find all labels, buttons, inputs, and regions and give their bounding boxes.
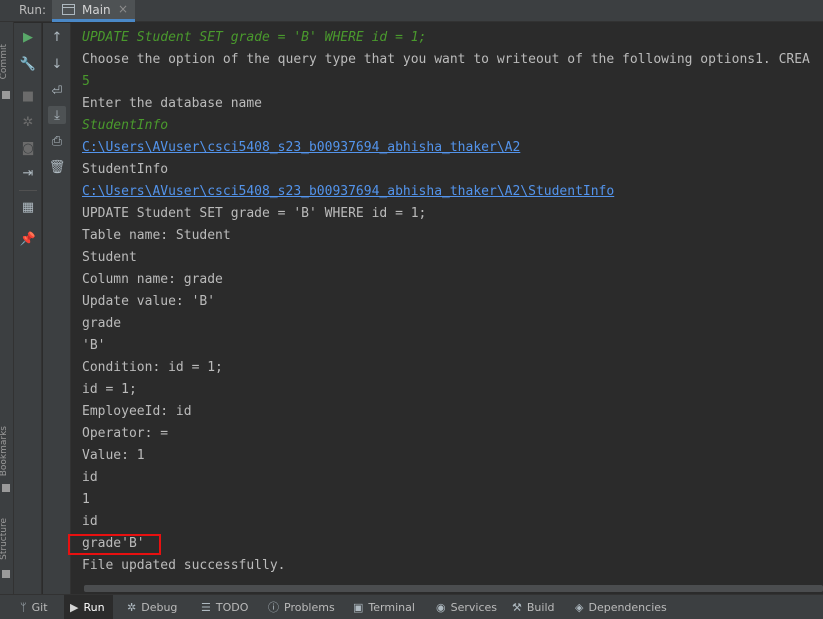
debug-icon[interactable]: ✲ <box>19 113 37 131</box>
console-line: UPDATE Student SET grade = 'B' WHERE id … <box>82 206 427 221</box>
run-icon: ▶ <box>70 600 79 614</box>
trash-icon[interactable]: 🗑 <box>48 158 66 176</box>
console-line: Update value: 'B' <box>82 294 216 309</box>
console-line: grade <box>82 316 122 331</box>
tab-build-label: Build <box>526 600 555 614</box>
stop-icon[interactable]: ■ <box>19 87 37 105</box>
print-icon[interactable]: ⎙ <box>48 132 66 150</box>
console-line: StudentInfo <box>82 118 169 133</box>
build-icon: ⚒ <box>512 600 522 614</box>
tab-todo[interactable]: ☰ TODO <box>201 595 248 619</box>
run-toolbar: Run: Main × <box>0 0 823 22</box>
bookmarks-icon[interactable] <box>2 484 10 492</box>
tab-git-label: Git <box>31 600 48 614</box>
up-arrow-icon[interactable]: ↑ <box>48 28 66 46</box>
console-output[interactable]: UPDATE Student SET grade = 'B' WHERE id … <box>72 23 823 583</box>
tab-services-label: Services <box>450 600 497 614</box>
window-icon <box>62 4 75 15</box>
tab-main[interactable]: Main × <box>52 0 135 22</box>
console-line: Enter the database name <box>82 96 263 111</box>
tab-terminal[interactable]: ▣ Terminal <box>353 595 415 619</box>
console-line: id <box>82 470 98 485</box>
console-line: StudentInfo <box>82 162 169 177</box>
scroll-to-end-icon[interactable]: ⤓ <box>48 106 66 124</box>
scrollbar-thumb[interactable] <box>84 585 823 592</box>
soft-wrap-icon[interactable]: ⏎ <box>48 82 66 100</box>
console-line: Table name: Student <box>82 228 231 243</box>
tab-terminal-label: Terminal <box>368 600 415 614</box>
todo-icon: ☰ <box>201 600 211 614</box>
toolbar-divider <box>19 190 37 191</box>
console-line: Choose the option of the query type that… <box>82 52 810 67</box>
run-actions-toolbar: ▶ 🔧 ■ ✲ ◙ ⇥ ▦ 📌 <box>14 23 42 594</box>
down-arrow-icon[interactable]: ↓ <box>48 55 66 73</box>
close-icon[interactable]: × <box>118 2 128 16</box>
tab-services[interactable]: ◉ Services <box>436 595 497 619</box>
commit-icon[interactable] <box>2 91 10 99</box>
tab-todo-label: TODO <box>215 600 249 614</box>
console-line: Value: 1 <box>82 448 145 463</box>
console-line: File updated successfully. <box>82 558 286 573</box>
structure-icon[interactable] <box>2 570 10 578</box>
console-line: Student <box>82 250 137 265</box>
wrench-icon[interactable]: 🔧 <box>19 55 37 73</box>
tab-problems[interactable]: ⓘ Problems <box>268 595 335 619</box>
console-line: id = 1; <box>82 382 137 397</box>
tab-dependencies[interactable]: ◈ Dependencies <box>575 595 667 619</box>
run-label: Run: <box>19 3 47 17</box>
console-path-link[interactable]: C:\Users\AVuser\csci5408_s23_b00937694_a… <box>82 137 520 159</box>
tab-debug[interactable]: ✲ Debug <box>127 595 177 619</box>
console-actions-toolbar: ↑ ↓ ⏎ ⤓ ⎙ 🗑 <box>43 23 71 594</box>
console-line: 1 <box>82 492 90 507</box>
console-line: Condition: id = 1; <box>82 360 223 375</box>
terminal-icon: ▣ <box>353 600 364 614</box>
tab-debug-label: Debug <box>141 600 178 614</box>
console-line: UPDATE Student SET grade = 'B' WHERE id … <box>82 30 427 45</box>
layout-icon[interactable]: ▦ <box>19 198 37 216</box>
tab-main-label: Main <box>82 3 111 17</box>
console-line: Operator: = <box>82 426 169 441</box>
tab-run[interactable]: ▶ Run <box>64 595 113 619</box>
services-icon: ◉ <box>436 600 446 614</box>
tab-git[interactable]: ᛘ Git <box>20 595 48 619</box>
console-line: id <box>82 514 98 529</box>
console-line: 5 <box>82 74 90 89</box>
tab-dependencies-label: Dependencies <box>588 600 667 614</box>
side-label-bookmarks[interactable]: Bookmarks <box>0 426 9 476</box>
tab-run-label: Run <box>83 600 105 614</box>
git-icon: ᛘ <box>20 600 27 614</box>
tab-build[interactable]: ⚒ Build <box>512 595 555 619</box>
side-label-structure[interactable]: Structure <box>0 518 9 560</box>
tab-problems-label: Problems <box>284 600 335 614</box>
side-label-commit[interactable]: Commit <box>0 44 9 79</box>
camera-icon[interactable]: ◙ <box>19 139 37 157</box>
exit-icon[interactable]: ⇥ <box>19 164 37 182</box>
run-icon[interactable]: ▶ <box>19 28 37 46</box>
tool-window-bar: ᛘ Git ▶ Run ✲ Debug ☰ TODO ⓘ Problems ▣ Termin… <box>0 594 823 619</box>
debug-icon: ✲ <box>127 600 137 614</box>
console-line: EmployeeId: id <box>82 404 192 419</box>
problems-icon: ⓘ <box>268 601 279 614</box>
pin-icon[interactable]: 📌 <box>19 230 37 248</box>
console-line: Column name: grade <box>82 272 223 287</box>
highlight-box <box>68 534 161 555</box>
console-path-link[interactable]: C:\Users\AVuser\csci5408_s23_b00937694_a… <box>82 181 614 203</box>
dependencies-icon: ◈ <box>575 600 584 614</box>
left-tool-strip: P Commit Bookmarks Structure <box>0 0 14 594</box>
console-line: 'B' <box>82 338 106 353</box>
horizontal-scrollbar[interactable] <box>72 583 823 594</box>
